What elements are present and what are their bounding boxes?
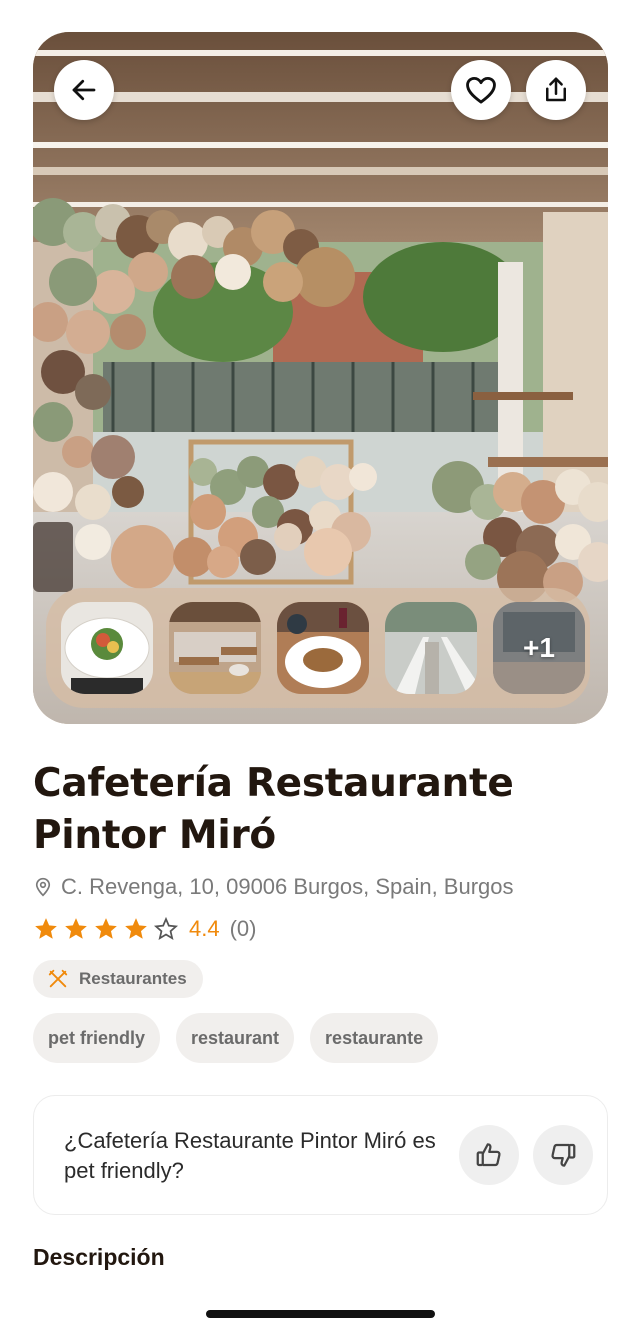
- thumbs-up-icon: [476, 1143, 501, 1167]
- favorite-button[interactable]: [451, 60, 511, 120]
- star-icon: [95, 918, 117, 939]
- address-text: C. Revenga, 10, 09006 Burgos, Spain, Bur…: [61, 874, 514, 899]
- banquet-hall-image: [385, 602, 477, 694]
- star-outline-icon: [153, 916, 179, 940]
- utensils-icon: [48, 969, 68, 988]
- rating-value: 4.4: [189, 916, 220, 941]
- share-button[interactable]: [526, 60, 586, 120]
- location-pin-icon: [35, 877, 51, 897]
- share-icon: [546, 77, 566, 102]
- address-row[interactable]: C. Revenga, 10, 09006 Burgos, Spain, Bur…: [33, 874, 514, 900]
- rating-row[interactable]: 4.4 (0): [33, 916, 256, 942]
- thumbs-down-icon: [551, 1143, 576, 1167]
- pet-friendly-question: ¿Cafetería Restaurante Pintor Miró es pe…: [64, 1128, 436, 1183]
- tag-chip[interactable]: restaurante: [310, 1013, 439, 1063]
- rating-count: (0): [229, 916, 257, 941]
- gallery-more-thumbnail[interactable]: +1: [493, 602, 585, 694]
- heart-icon: [466, 76, 496, 104]
- dining-room-image: [169, 602, 261, 694]
- description-heading: Descripción: [33, 1244, 165, 1270]
- thumbs-up-button[interactable]: [459, 1125, 519, 1185]
- gallery-thumbnail[interactable]: [385, 602, 477, 694]
- thumbs-down-button[interactable]: [533, 1125, 593, 1185]
- hero-photo[interactable]: +1: [33, 32, 608, 724]
- gallery-thumbnail[interactable]: [169, 602, 261, 694]
- gallery-thumbnails: +1: [46, 588, 590, 708]
- pet-friendly-question-card: ¿Cafetería Restaurante Pintor Miró es pe…: [33, 1095, 608, 1215]
- tag-chip[interactable]: restaurant: [176, 1013, 295, 1063]
- arrow-left-icon: [72, 79, 96, 101]
- tag-chip[interactable]: pet friendly: [33, 1013, 161, 1063]
- star-icon: [65, 918, 87, 939]
- home-indicator[interactable]: [206, 1310, 435, 1318]
- meat-dish-image: [277, 602, 369, 694]
- gallery-more-count: +1: [523, 632, 555, 663]
- star-icon: [125, 918, 147, 939]
- tag-list: pet friendly restaurant restaurante: [33, 1013, 439, 1063]
- gallery-thumbnail[interactable]: [61, 602, 153, 694]
- place-title: Cafetería Restaurante Pintor Miró: [33, 761, 514, 858]
- star-icon: [35, 918, 57, 939]
- gallery-thumbnail[interactable]: [277, 602, 369, 694]
- category-label: Restaurantes: [79, 969, 187, 988]
- food-plate-image: [61, 602, 153, 694]
- category-chip[interactable]: Restaurantes: [33, 960, 203, 998]
- back-button[interactable]: [54, 60, 114, 120]
